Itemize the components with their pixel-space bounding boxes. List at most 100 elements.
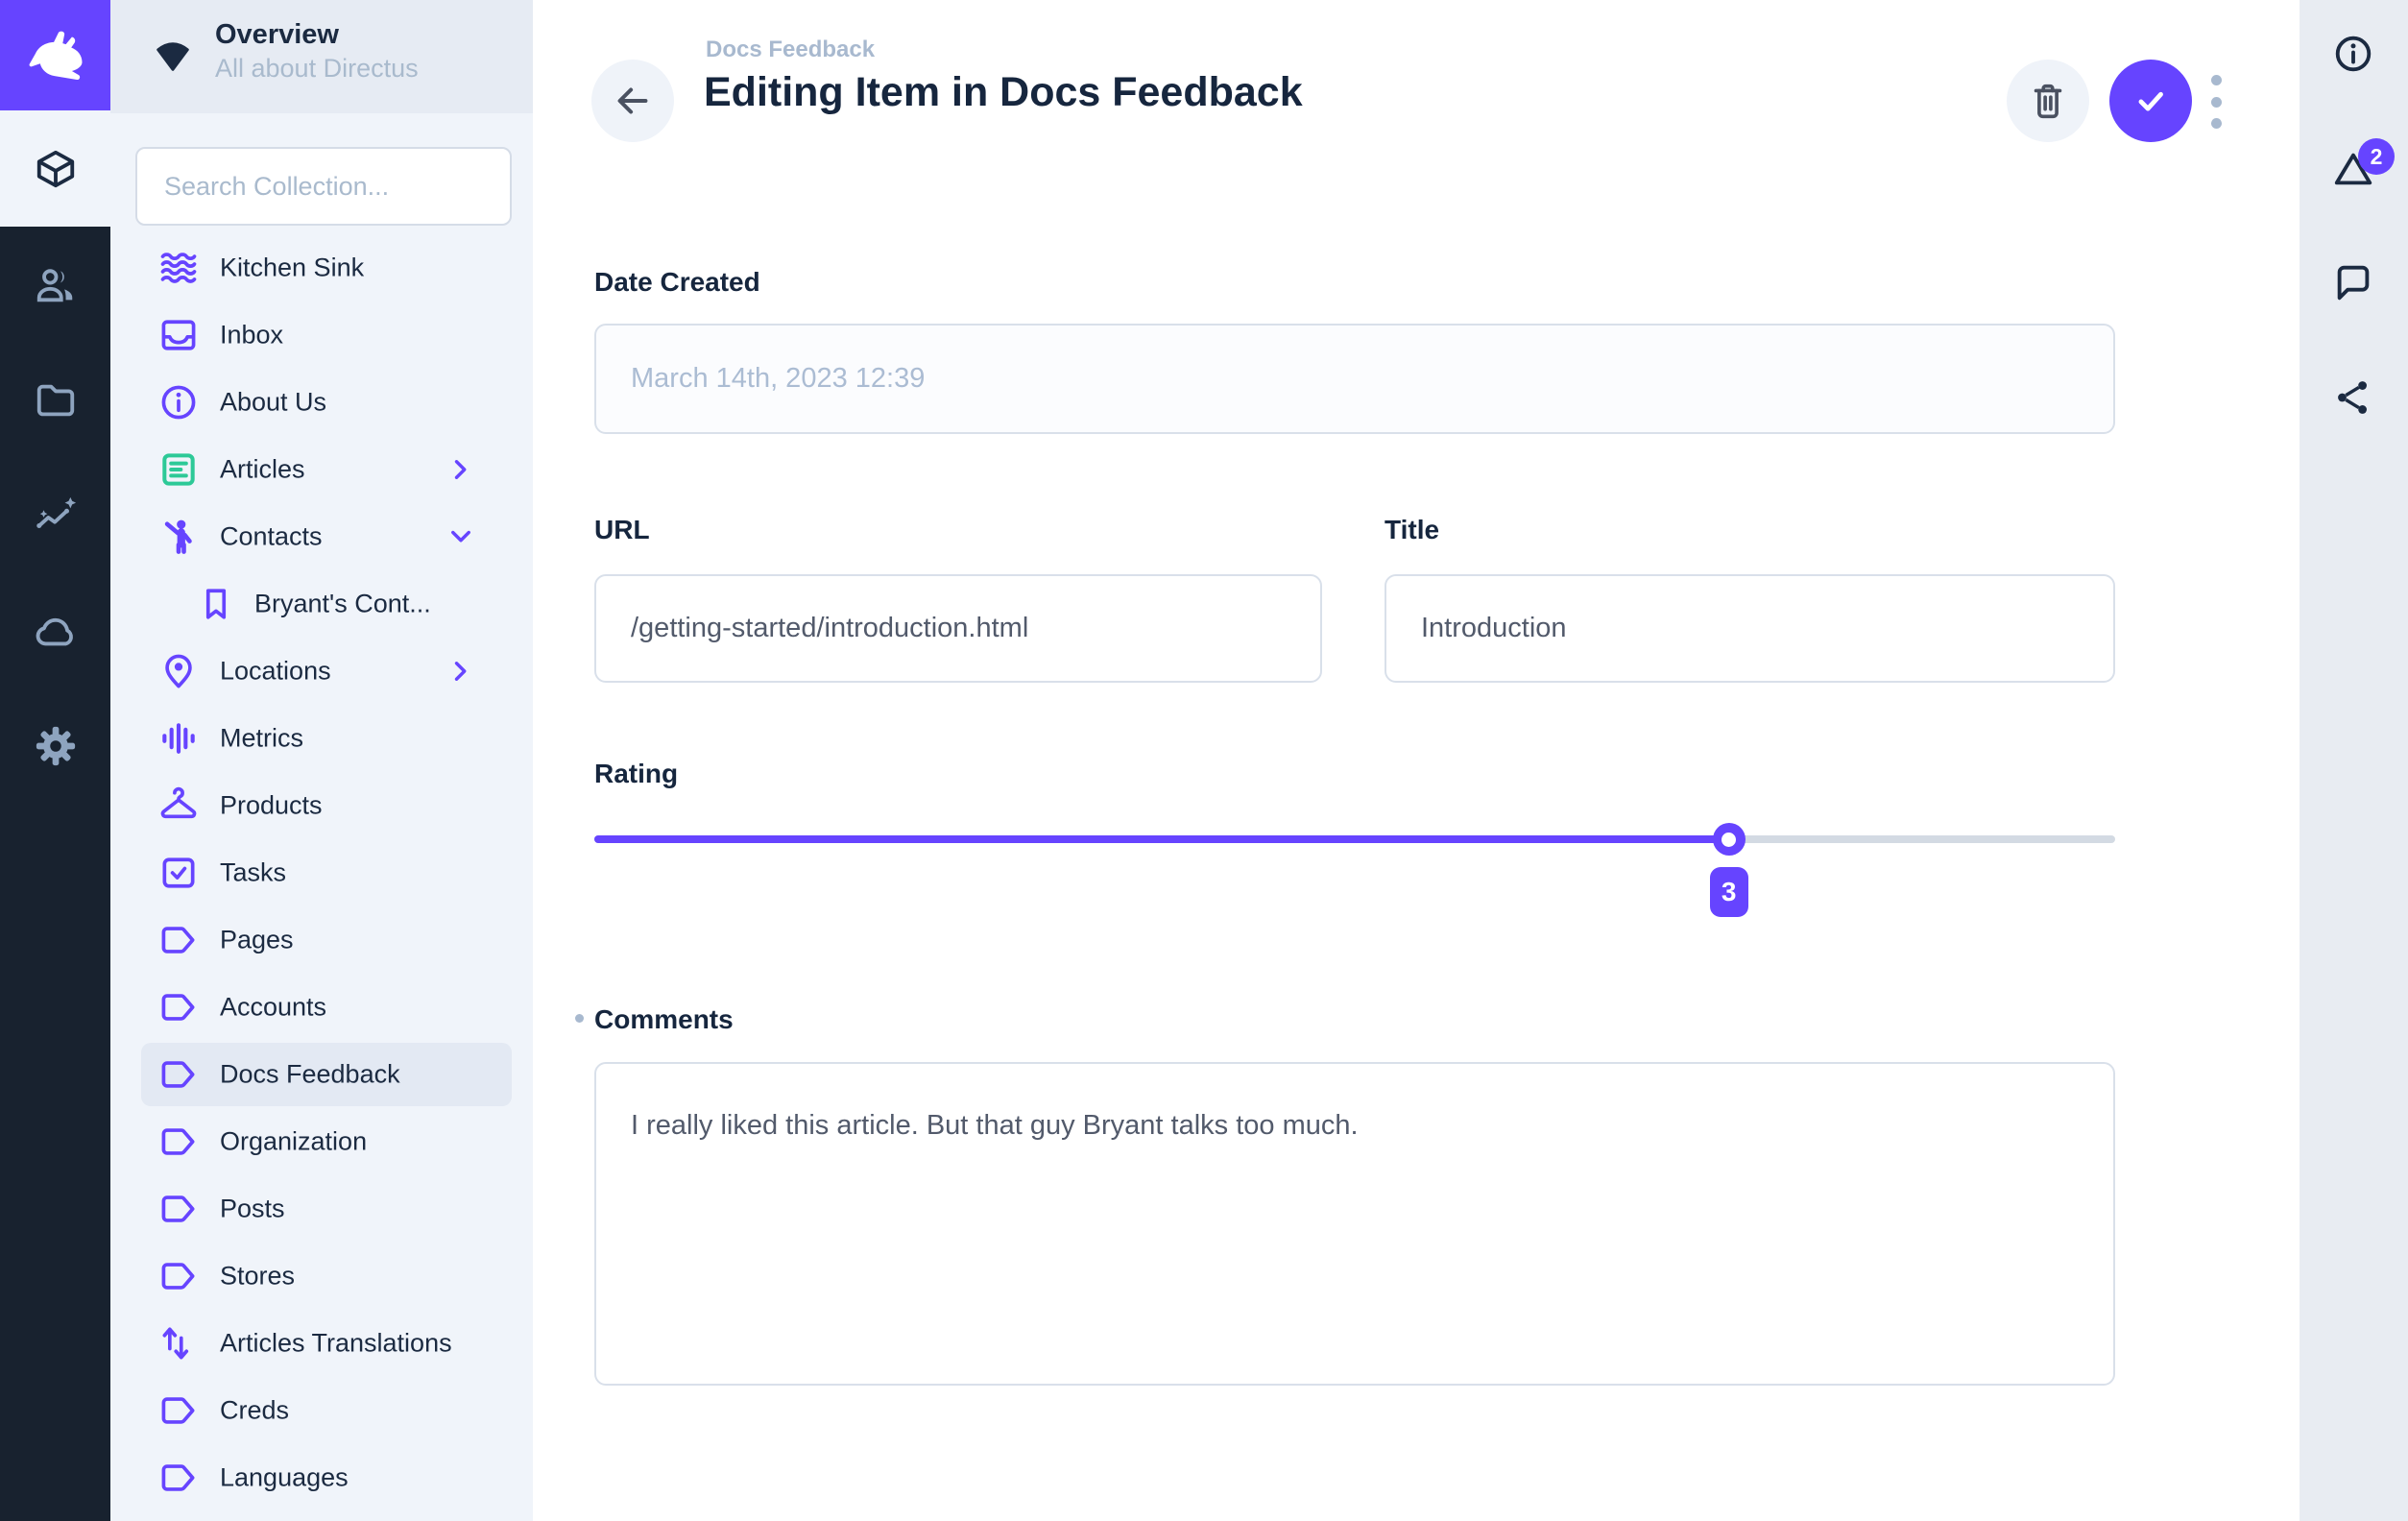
tag-icon xyxy=(157,986,200,1028)
info-icon xyxy=(157,381,200,423)
hanger-icon xyxy=(157,785,200,827)
module-cloud[interactable] xyxy=(0,573,110,688)
breadcrumb[interactable]: Docs Feedback xyxy=(706,36,875,63)
swap-vert-icon xyxy=(157,1322,200,1364)
pin-icon xyxy=(157,650,200,692)
folder-icon xyxy=(34,378,78,422)
date-created-label: Date Created xyxy=(594,267,760,298)
sidebar-item-label: Kitchen Sink xyxy=(220,254,364,283)
sidebar-item-label: Accounts xyxy=(220,993,326,1023)
sidebar-item-accounts[interactable]: Accounts xyxy=(110,974,533,1041)
chevron-down-icon[interactable] xyxy=(444,519,478,554)
sidebar-item-label: Metrics xyxy=(220,724,303,754)
module-insights[interactable] xyxy=(0,458,110,573)
gear-icon xyxy=(34,724,78,768)
box-icon xyxy=(34,147,78,191)
people-icon xyxy=(34,263,78,307)
tag-icon xyxy=(157,1188,200,1230)
collection-sidebar: Overview All about Directus Kitchen Sink… xyxy=(110,0,533,1521)
sidebar-item-contacts[interactable]: Contacts xyxy=(110,503,533,570)
sidebar-item-label: Tasks xyxy=(220,858,286,888)
comment-icon xyxy=(2331,260,2375,304)
sidebar-item-locations[interactable]: Locations xyxy=(110,638,533,705)
sidebar-item-label: Contacts xyxy=(220,522,323,552)
tag-icon xyxy=(157,1053,200,1096)
cloud-icon xyxy=(34,609,78,653)
insights-icon xyxy=(34,494,78,538)
save-button[interactable] xyxy=(2109,60,2192,142)
trash-icon xyxy=(2026,79,2070,123)
rating-slider[interactable]: 3 xyxy=(594,824,2115,855)
sidebar-item-stores[interactable]: Stores xyxy=(110,1243,533,1310)
sidebar-item-about-us[interactable]: About Us xyxy=(110,369,533,436)
sidebar-item-bryant-s-cont[interactable]: Bryant's Cont... xyxy=(110,570,533,638)
rating-slider-knob[interactable] xyxy=(1713,823,1746,856)
rabbit-icon xyxy=(24,24,87,87)
module-settings[interactable] xyxy=(0,688,110,804)
module-users[interactable] xyxy=(0,228,110,343)
tag-icon xyxy=(157,1389,200,1432)
sidebar-item-label: Organization xyxy=(220,1127,367,1157)
back-button[interactable] xyxy=(591,60,674,142)
sidebar-item-articles[interactable]: Articles xyxy=(110,436,533,503)
comments-drawer-button[interactable] xyxy=(2324,254,2382,311)
url-input[interactable] xyxy=(594,574,1322,683)
project-title: Overview xyxy=(215,19,339,51)
bookmark-icon xyxy=(195,583,237,625)
sidebar-item-pages[interactable]: Pages xyxy=(110,906,533,974)
project-subtitle: All about Directus xyxy=(215,54,419,84)
share-drawer-button[interactable] xyxy=(2324,369,2382,426)
chevron-right-icon[interactable] xyxy=(444,654,478,688)
tag-icon xyxy=(157,919,200,961)
sidebar-item-docs-feedback[interactable]: Docs Feedback xyxy=(110,1041,533,1108)
comments-textarea[interactable]: I really liked this article. But that gu… xyxy=(594,1062,2115,1386)
sidebar-item-kitchen-sink[interactable]: Kitchen Sink xyxy=(110,234,533,302)
sidebar-item-label: Creds xyxy=(220,1396,289,1426)
share-icon xyxy=(2331,375,2375,420)
collection-list: Kitchen Sink Inbox About Us Articles Contact… xyxy=(110,234,533,1521)
directus-app: Overview All about Directus Kitchen Sink… xyxy=(0,0,2408,1521)
rating-slider-fill xyxy=(594,835,1729,843)
chevron-right-icon[interactable] xyxy=(444,452,478,487)
logo-tile[interactable] xyxy=(0,0,110,110)
sidebar-item-label: Locations xyxy=(220,657,331,687)
sidebar-item-label: Pages xyxy=(220,926,294,955)
sidebar-item-label: Posts xyxy=(220,1195,285,1224)
check-icon xyxy=(2129,79,2173,123)
sidebar-item-inbox[interactable]: Inbox xyxy=(110,302,533,369)
sidebar-item-m2m[interactable]: M2M xyxy=(110,1511,533,1521)
sidebar-item-languages[interactable]: Languages xyxy=(110,1444,533,1511)
module-files[interactable] xyxy=(0,343,110,458)
equalizer-icon xyxy=(157,717,200,760)
sidebar-item-articles-translations[interactable]: Articles Translations xyxy=(110,1310,533,1377)
sidebar-item-posts[interactable]: Posts xyxy=(110,1175,533,1243)
sidebar-item-creds[interactable]: Creds xyxy=(110,1377,533,1444)
date-created-input[interactable] xyxy=(594,324,2115,434)
sidebar-item-metrics[interactable]: Metrics xyxy=(110,705,533,772)
module-content[interactable] xyxy=(0,110,110,227)
sidebar-item-label: About Us xyxy=(220,388,326,418)
info-circle-icon xyxy=(2331,32,2375,76)
module-bar xyxy=(0,0,110,1521)
search-collection-input[interactable] xyxy=(137,149,510,224)
arrow-left-icon xyxy=(611,79,655,123)
sidebar-item-label: Bryant's Cont... xyxy=(254,590,431,619)
title-input[interactable] xyxy=(1385,574,2115,683)
sidebar-item-label: Languages xyxy=(220,1463,349,1493)
delete-button[interactable] xyxy=(2007,60,2089,142)
project-header[interactable]: Overview All about Directus xyxy=(110,0,533,113)
main-content: Docs Feedback Editing Item in Docs Feedb… xyxy=(533,0,2300,1521)
more-options-button[interactable] xyxy=(2209,75,2223,129)
fan-icon xyxy=(151,33,195,77)
task-icon xyxy=(157,852,200,894)
sidebar-item-products[interactable]: Products xyxy=(110,772,533,839)
sidebar-item-label: Stores xyxy=(220,1262,295,1292)
info-drawer-button[interactable] xyxy=(2324,25,2382,83)
article-icon xyxy=(157,448,200,491)
notification-count-badge: 2 xyxy=(2358,138,2395,175)
sidebar-item-tasks[interactable]: Tasks xyxy=(110,839,533,906)
search-collection-box xyxy=(135,147,512,226)
url-label: URL xyxy=(594,515,650,545)
person-wave-icon xyxy=(157,516,200,558)
sidebar-item-organization[interactable]: Organization xyxy=(110,1108,533,1175)
